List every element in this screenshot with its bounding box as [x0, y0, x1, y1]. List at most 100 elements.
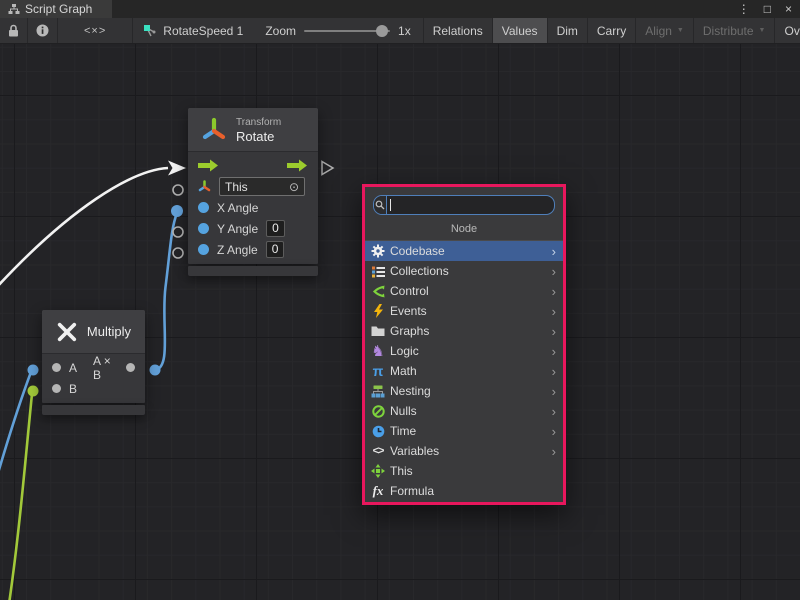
relations-button[interactable]: Relations: [423, 18, 493, 43]
toolbar: <×> RotateSpeed 1 Zoom 1x Relations Valu…: [0, 18, 800, 44]
finder-item-label: Nulls: [390, 404, 417, 418]
carry-button[interactable]: Carry: [588, 18, 636, 43]
finder-item-label: Collections: [390, 264, 449, 278]
tab-strip: Script Graph ⋮ □ ×: [0, 0, 800, 18]
finder-item-label: Variables: [390, 444, 439, 458]
zoom-slider[interactable]: [304, 30, 390, 32]
result-output-port[interactable]: [126, 363, 135, 372]
zoom-slider-knob[interactable]: [376, 25, 388, 37]
zoom-label: Zoom: [265, 24, 296, 38]
finder-item-math[interactable]: π Math ›: [365, 361, 563, 381]
finder-item-graphs[interactable]: Graphs ›: [365, 321, 563, 341]
rotate-node-footer: [188, 266, 318, 276]
chevron-right-icon: ›: [552, 245, 556, 258]
lightning-icon: [370, 304, 386, 319]
multiply-a-port-connected[interactable]: [28, 365, 39, 376]
align-dropdown[interactable]: Align ▼: [636, 18, 694, 43]
chevron-right-icon: ›: [552, 345, 556, 358]
maximize-icon[interactable]: □: [764, 0, 771, 18]
z-angle-port[interactable]: [198, 244, 209, 255]
breadcrumb[interactable]: RotateSpeed 1: [133, 18, 253, 43]
y-angle-input[interactable]: 0: [266, 220, 285, 237]
z-angle-input[interactable]: 0: [266, 241, 285, 258]
object-picker-icon[interactable]: ⊙: [289, 181, 299, 193]
graph-node-icon: [143, 24, 157, 38]
finder-item-label: Events: [390, 304, 427, 318]
close-icon[interactable]: ×: [785, 0, 792, 18]
script-graph-window: Script Graph ⋮ □ × <×>: [0, 0, 800, 600]
chevron-right-icon: ›: [552, 425, 556, 438]
finder-item-nulls[interactable]: Nulls ›: [365, 401, 563, 421]
control-input-arrow-icon[interactable]: [198, 159, 219, 172]
y-angle-label: Y Angle: [217, 222, 258, 236]
menu-icon[interactable]: ⋮: [738, 0, 750, 18]
multiply-b-port-connected[interactable]: [28, 386, 39, 397]
control-wire[interactable]: [0, 168, 168, 288]
node-group-label: Transform: [236, 116, 281, 129]
this-port-row: This ⊙: [188, 176, 318, 197]
z-angle-label: Z Angle: [217, 243, 258, 257]
multiply-output-port-connected[interactable]: [150, 365, 161, 376]
this-object-field[interactable]: This ⊙: [219, 177, 305, 196]
this-port-unconnected[interactable]: [173, 185, 183, 195]
finder-item-codebase[interactable]: Codebase ›: [365, 241, 563, 261]
values-label: Values: [502, 24, 538, 38]
overview-label: Overview: [784, 24, 800, 38]
a-input-port[interactable]: [52, 363, 61, 372]
finder-item-events[interactable]: Events ›: [365, 301, 563, 321]
lock-icon: [8, 24, 19, 37]
graph-canvas[interactable]: Transform Rotate: [0, 44, 800, 600]
finder-search-box[interactable]: [373, 195, 555, 215]
z-angle-row: Z Angle 0: [188, 239, 318, 260]
zangle-port-unconnected[interactable]: [173, 248, 183, 258]
distribute-dropdown[interactable]: Distribute ▼: [694, 18, 776, 43]
rotate-node[interactable]: Transform Rotate: [188, 108, 318, 276]
y-angle-port[interactable]: [198, 223, 209, 234]
search-icon-segment: [374, 196, 387, 214]
finder-item-formula[interactable]: fx Formula: [365, 481, 563, 501]
multiply-node[interactable]: Multiply A A × B B: [42, 310, 145, 415]
finder-item-time[interactable]: Time ›: [365, 421, 563, 441]
finder-item-nesting[interactable]: Nesting ›: [365, 381, 563, 401]
tab-script-graph[interactable]: Script Graph: [0, 0, 112, 18]
node-title: Multiply: [87, 324, 131, 339]
dim-button[interactable]: Dim: [548, 18, 588, 43]
multiply-to-xangle-wire[interactable]: [155, 213, 177, 370]
fx-icon: fx: [370, 484, 386, 499]
finder-item-this[interactable]: This: [365, 461, 563, 481]
list-icon: [370, 264, 386, 279]
xangle-port-connected[interactable]: [171, 205, 183, 217]
finder-item-control[interactable]: Control ›: [365, 281, 563, 301]
x-angle-port[interactable]: [198, 202, 209, 213]
dim-label: Dim: [557, 24, 578, 38]
gear-icon: [370, 244, 386, 259]
graph-hierarchy-icon: [8, 3, 20, 15]
lock-button[interactable]: [0, 18, 28, 43]
finder-item-variables[interactable]: <> Variables ›: [365, 441, 563, 461]
control-output-unconnected[interactable]: [322, 162, 333, 175]
finder-search-input[interactable]: [391, 198, 554, 212]
info-button[interactable]: [28, 18, 58, 43]
yangle-port-unconnected[interactable]: [173, 227, 183, 237]
code-brackets-icon: <×>: [84, 25, 106, 37]
b-label: B: [69, 382, 77, 396]
clock-icon: [370, 424, 386, 439]
chevron-right-icon: ›: [552, 325, 556, 338]
finder-item-logic[interactable]: ♞ Logic ›: [365, 341, 563, 361]
knight-icon: ♞: [370, 344, 386, 359]
overview-button[interactable]: Overview: [775, 18, 800, 43]
graph-name: RotateSpeed 1: [163, 24, 243, 38]
finder-category-header: Node: [365, 215, 563, 240]
finder-item-label: Graphs: [390, 324, 429, 338]
finder-item-collections[interactable]: Collections ›: [365, 261, 563, 281]
search-icon: [375, 200, 385, 210]
zoom-control: Zoom 1x: [253, 18, 422, 43]
multiply-node-header[interactable]: Multiply: [42, 310, 145, 354]
code-preview-button[interactable]: <×>: [58, 18, 133, 43]
b-input-port[interactable]: [52, 384, 61, 393]
values-button[interactable]: Values: [493, 18, 548, 43]
node-title: Rotate: [236, 129, 281, 144]
control-output-arrow-icon[interactable]: [287, 159, 308, 172]
fuzzy-finder-popup: Node Codebase ›: [362, 184, 566, 505]
rotate-node-header[interactable]: Transform Rotate: [188, 108, 318, 152]
